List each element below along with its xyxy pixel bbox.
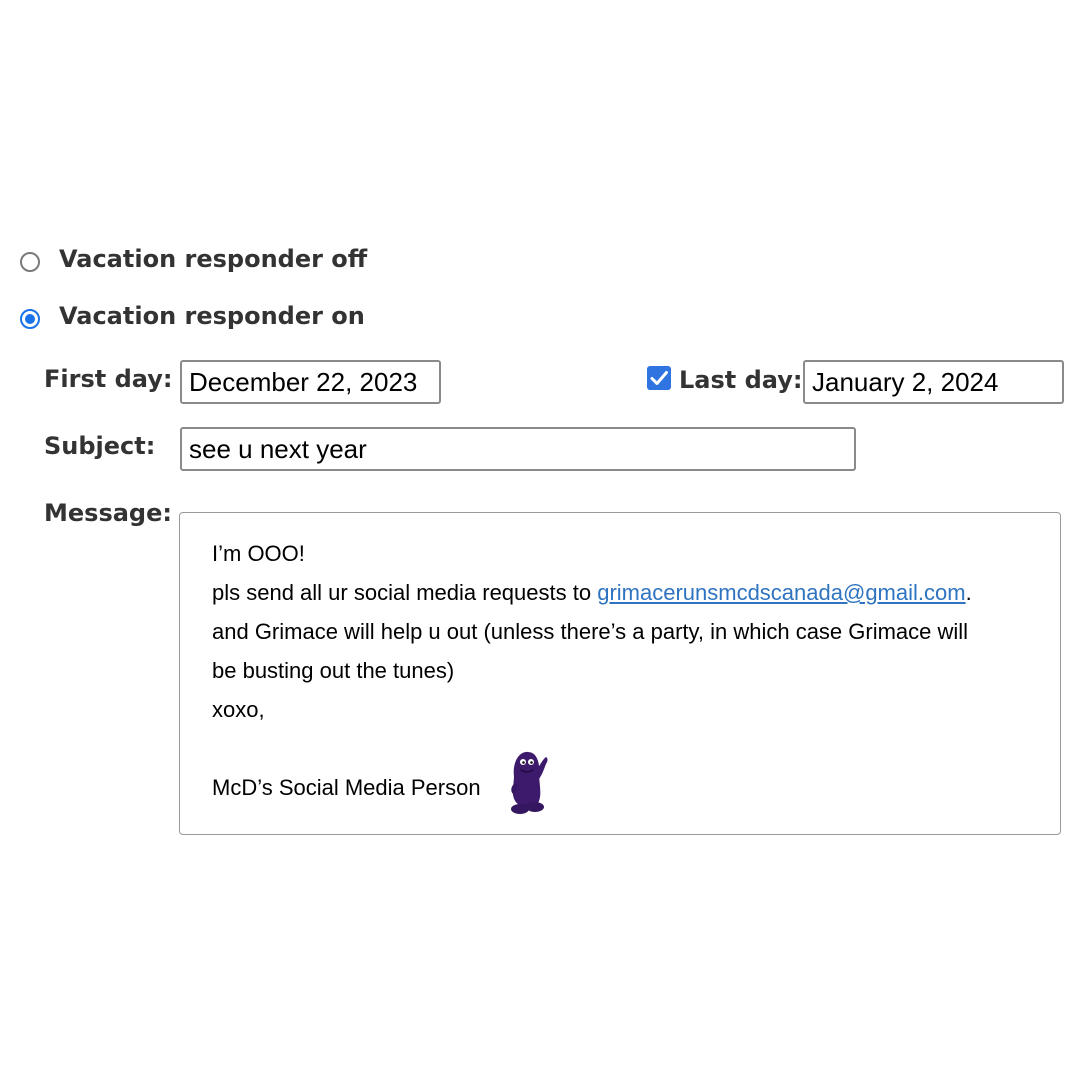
vacation-off-label[interactable]: Vacation responder off	[59, 245, 367, 273]
message-line-2: pls send all ur social media requests to…	[212, 580, 972, 606]
email-link[interactable]: grimacerunsmcdscanada@gmail.com	[597, 580, 965, 605]
last-day-checkbox[interactable]	[647, 366, 671, 390]
vacation-on-radio[interactable]	[20, 309, 40, 329]
message-line-3: and Grimace will help u out (unless ther…	[212, 619, 969, 644]
subject-field[interactable]: see u next year	[180, 427, 856, 471]
subject-label: Subject:	[44, 432, 156, 460]
message-signature: McD’s Social Media Person	[212, 775, 481, 800]
message-line-1: I’m OOO!	[212, 541, 305, 566]
message-editor[interactable]: I’m OOO! pls send all ur social media re…	[179, 512, 1061, 835]
first-day-field[interactable]: December 22, 2023	[180, 360, 441, 404]
vacation-off-radio[interactable]	[20, 252, 40, 272]
last-day-label: Last day:	[679, 366, 803, 394]
message-line-2-suffix: .	[965, 580, 972, 605]
last-day-field[interactable]: January 2, 2024	[803, 360, 1064, 404]
message-label: Message:	[44, 499, 172, 527]
message-line-2-prefix: pls send all ur social media requests to	[212, 580, 598, 605]
message-line-4: be busting out the tunes)	[212, 658, 455, 683]
checkmark-icon	[650, 371, 668, 385]
grimace-icon	[511, 751, 548, 814]
message-line-5: xoxo,	[212, 697, 265, 722]
vacation-on-label[interactable]: Vacation responder on	[59, 302, 365, 330]
first-day-label: First day:	[44, 365, 173, 393]
